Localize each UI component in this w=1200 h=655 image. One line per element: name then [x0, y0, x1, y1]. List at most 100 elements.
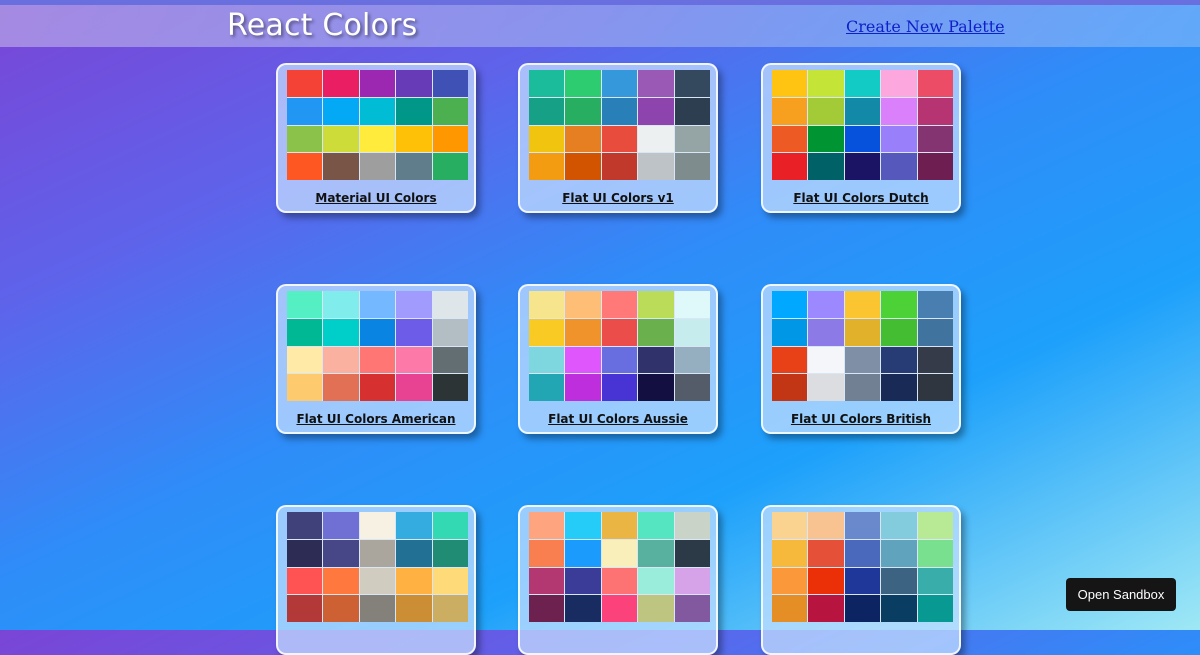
color-swatch [917, 97, 953, 125]
color-swatch [396, 291, 432, 318]
color-swatch [638, 595, 674, 622]
color-swatch [844, 512, 881, 539]
color-swatch [529, 125, 565, 153]
palette-swatch-grid [772, 512, 953, 622]
color-swatch [323, 125, 359, 153]
create-new-palette-link[interactable]: Create New Palette [846, 17, 1005, 36]
color-swatch [772, 595, 808, 622]
color-swatch [772, 346, 808, 374]
color-swatch [917, 153, 953, 180]
color-swatch [808, 70, 844, 97]
color-swatch [323, 595, 359, 622]
palette-card[interactable] [761, 505, 961, 655]
color-swatch [844, 153, 881, 180]
color-swatch [396, 512, 432, 539]
palette-title[interactable]: Flat UI Colors American [278, 412, 474, 426]
color-swatch [565, 567, 601, 595]
color-swatch [359, 318, 396, 346]
color-swatch [917, 70, 953, 97]
color-swatch [529, 567, 565, 595]
color-swatch [359, 153, 396, 180]
color-swatch [287, 70, 323, 97]
color-swatch [529, 153, 565, 180]
color-swatch [432, 125, 468, 153]
palette-swatch-grid [529, 291, 710, 401]
color-swatch [772, 153, 808, 180]
color-swatch [881, 153, 917, 180]
color-swatch [601, 567, 638, 595]
palette-title[interactable]: Flat UI Colors v1 [520, 191, 716, 205]
color-swatch [287, 153, 323, 180]
color-swatch [638, 567, 674, 595]
palette-title[interactable]: Flat UI Colors Dutch [763, 191, 959, 205]
color-swatch [396, 125, 432, 153]
color-swatch [529, 318, 565, 346]
color-swatch [638, 97, 674, 125]
open-sandbox-button[interactable]: Open Sandbox [1066, 578, 1176, 611]
color-swatch [674, 70, 710, 97]
color-swatch [287, 97, 323, 125]
color-swatch [323, 567, 359, 595]
color-swatch [323, 291, 359, 318]
color-swatch [881, 512, 917, 539]
color-swatch [601, 539, 638, 567]
color-swatch [432, 153, 468, 180]
color-swatch [881, 567, 917, 595]
color-swatch [565, 291, 601, 318]
color-swatch [772, 374, 808, 401]
palette-card[interactable]: Flat UI Colors American [276, 284, 476, 434]
color-swatch [917, 595, 953, 622]
color-swatch [432, 512, 468, 539]
palette-swatch-grid [772, 291, 953, 401]
palette-title[interactable]: Material UI Colors [278, 191, 474, 205]
color-swatch [396, 153, 432, 180]
color-swatch [359, 374, 396, 401]
color-swatch [432, 346, 468, 374]
palette-title[interactable]: Flat UI Colors Aussie [520, 412, 716, 426]
color-swatch [674, 595, 710, 622]
color-swatch [917, 567, 953, 595]
palette-card[interactable] [276, 505, 476, 655]
color-swatch [359, 291, 396, 318]
palette-card[interactable]: Flat UI Colors British [761, 284, 961, 434]
color-swatch [529, 374, 565, 401]
color-swatch [359, 595, 396, 622]
color-swatch [881, 374, 917, 401]
color-swatch [808, 153, 844, 180]
palette-card[interactable]: Flat UI Colors Aussie [518, 284, 718, 434]
color-swatch [287, 567, 323, 595]
color-swatch [359, 346, 396, 374]
color-swatch [638, 374, 674, 401]
color-swatch [844, 125, 881, 153]
color-swatch [396, 374, 432, 401]
palette-card[interactable]: Material UI Colors [276, 63, 476, 213]
color-swatch [601, 595, 638, 622]
color-swatch [844, 539, 881, 567]
color-swatch [808, 346, 844, 374]
color-swatch [529, 595, 565, 622]
color-swatch [772, 125, 808, 153]
color-swatch [917, 346, 953, 374]
color-swatch [323, 97, 359, 125]
palette-title[interactable]: Flat UI Colors British [763, 412, 959, 426]
palette-card[interactable]: Flat UI Colors Dutch [761, 63, 961, 213]
palette-card[interactable]: Flat UI Colors v1 [518, 63, 718, 213]
color-swatch [359, 539, 396, 567]
color-swatch [917, 512, 953, 539]
color-swatch [674, 125, 710, 153]
color-swatch [432, 97, 468, 125]
color-swatch [359, 512, 396, 539]
color-swatch [638, 346, 674, 374]
color-swatch [359, 70, 396, 97]
palette-card[interactable] [518, 505, 718, 655]
palette-swatch-grid [287, 70, 468, 180]
color-swatch [772, 567, 808, 595]
color-swatch [432, 291, 468, 318]
color-swatch [529, 97, 565, 125]
color-swatch [565, 70, 601, 97]
color-swatch [917, 318, 953, 346]
color-swatch [674, 318, 710, 346]
color-swatch [601, 512, 638, 539]
color-swatch [529, 512, 565, 539]
color-swatch [772, 512, 808, 539]
